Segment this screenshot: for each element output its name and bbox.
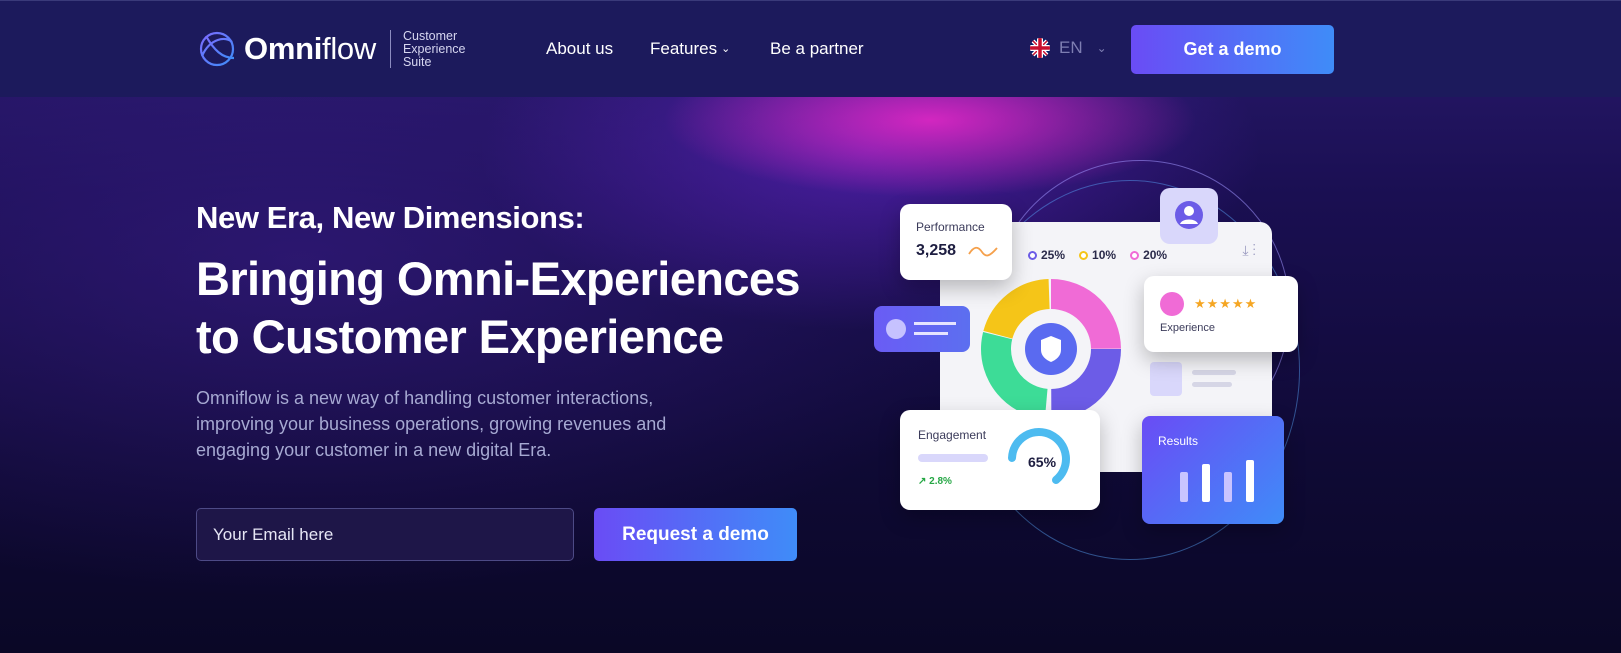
engagement-trend: ↗ 2.8% bbox=[918, 476, 952, 487]
performance-label: Performance bbox=[916, 220, 985, 234]
email-input[interactable] bbox=[196, 508, 574, 561]
user-icon bbox=[1175, 201, 1203, 229]
nav-about-us[interactable]: About us bbox=[546, 39, 613, 59]
nav-be-a-partner[interactable]: Be a partner bbox=[770, 39, 864, 59]
performance-value: 3,258 bbox=[916, 242, 957, 259]
bar bbox=[1202, 464, 1210, 502]
star-rating-icon: ★★★★★ bbox=[1194, 296, 1258, 311]
text-line bbox=[914, 332, 948, 335]
hero-title: Bringing Omni-Experiences to Customer Ex… bbox=[196, 252, 801, 363]
legend-item: 20% bbox=[1130, 248, 1167, 262]
logo-wordmark: Omniflow bbox=[244, 31, 376, 66]
chevron-down-icon: ⌄ bbox=[721, 43, 731, 55]
download-icon: ⤓ ⋮ bbox=[1242, 242, 1256, 258]
language-code: EN bbox=[1059, 38, 1083, 57]
progress-bar bbox=[918, 454, 988, 462]
message-card bbox=[874, 306, 970, 352]
nav-features[interactable]: Features ⌄ bbox=[650, 39, 730, 59]
bar bbox=[1180, 472, 1188, 502]
experience-label: Experience bbox=[1160, 322, 1216, 334]
request-a-demo-button[interactable]: Request a demo bbox=[594, 508, 797, 561]
omniflow-logo-icon bbox=[199, 31, 235, 67]
image-placeholder-icon bbox=[1150, 362, 1182, 396]
chevron-down-icon: ⌄ bbox=[1096, 41, 1107, 55]
hero-description: Omniflow is a new way of handling custom… bbox=[196, 388, 667, 460]
trend-line-icon bbox=[968, 246, 998, 257]
text-line bbox=[1192, 370, 1236, 375]
engagement-card: Engagement ↗ 2.8% 65% bbox=[900, 410, 1100, 510]
legend-item: 25% bbox=[1028, 248, 1065, 262]
bar bbox=[1224, 472, 1232, 502]
legend-item: 10% bbox=[1079, 248, 1116, 262]
bar bbox=[1246, 460, 1254, 502]
engagement-percent: 65% bbox=[1028, 454, 1057, 470]
navbar: Omniflow Customer Experience Suite About… bbox=[0, 0, 1621, 97]
avatar bbox=[1160, 292, 1184, 316]
text-line bbox=[1192, 382, 1232, 387]
language-selector[interactable]: EN ⌄ bbox=[1030, 38, 1107, 58]
logo-divider bbox=[389, 30, 391, 68]
results-card: Results bbox=[1142, 416, 1284, 524]
get-a-demo-button[interactable]: Get a demo bbox=[1131, 25, 1334, 74]
results-label: Results bbox=[1158, 434, 1199, 448]
performance-card: Performance 3,258 bbox=[900, 204, 1012, 280]
experience-card: ★★★★★ Experience bbox=[1144, 276, 1298, 352]
logo-tagline: Customer Experience Suite bbox=[402, 28, 466, 69]
dashboard-illustration: ⤓ ⋮ 25% 10% 20% Performance 3,258 ★★★★★ … bbox=[860, 150, 1340, 580]
logo[interactable]: Omniflow Customer Experience Suite bbox=[196, 28, 483, 70]
hero-kicker: New Era, New Dimensions: bbox=[196, 200, 585, 235]
chart-legend: 25% 10% 20% bbox=[1028, 248, 1167, 262]
user-avatar-card bbox=[1160, 188, 1218, 244]
text-line bbox=[914, 322, 956, 325]
avatar bbox=[886, 319, 906, 339]
uk-flag-icon bbox=[1030, 38, 1050, 58]
donut-chart bbox=[981, 279, 1121, 419]
engagement-label: Engagement bbox=[918, 428, 987, 442]
